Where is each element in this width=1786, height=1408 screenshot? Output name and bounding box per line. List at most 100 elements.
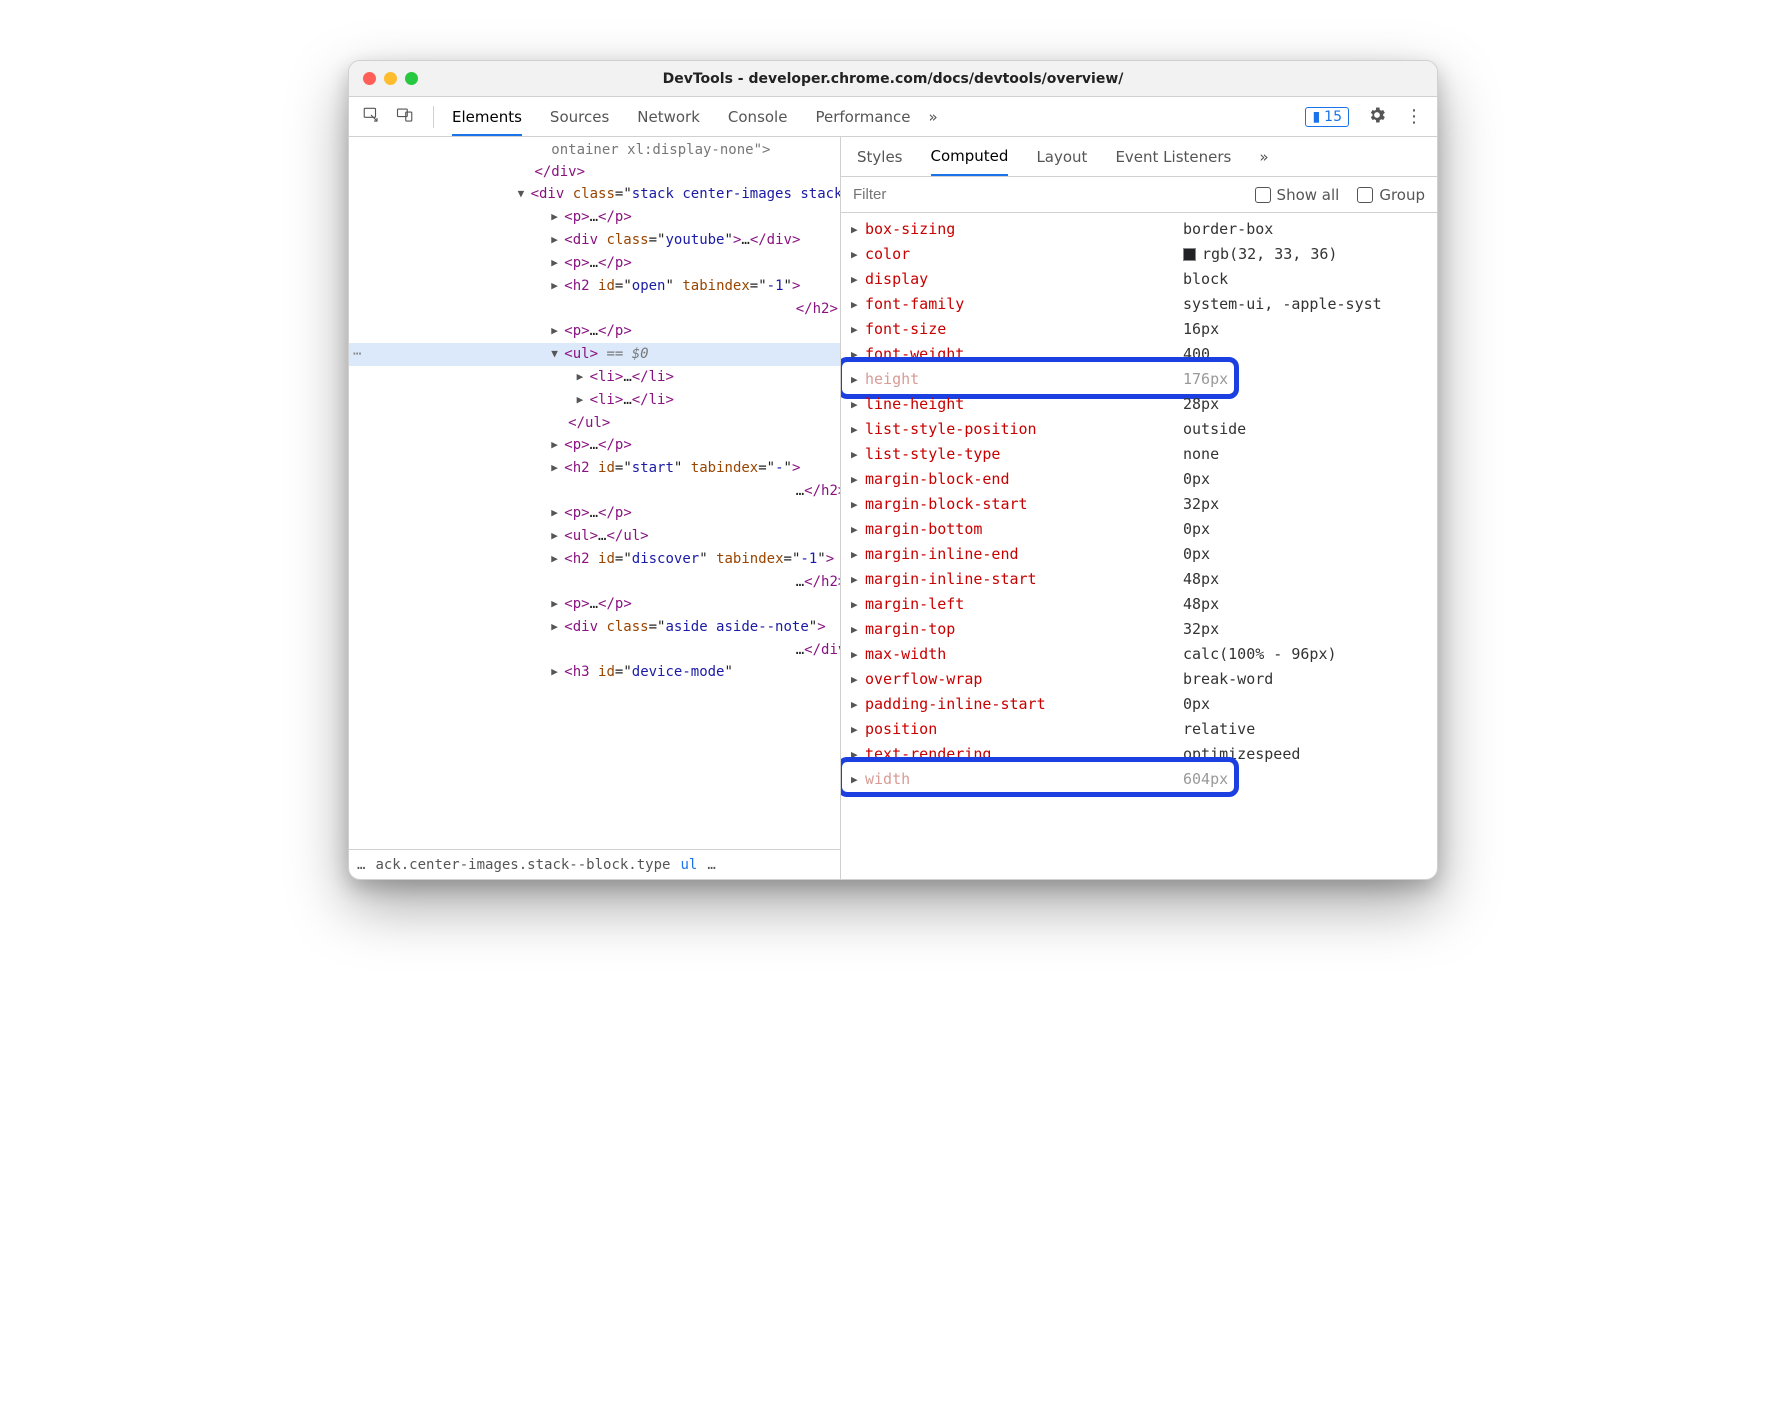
dom-line[interactable]: ▶<p>…</p> [349,593,840,616]
dom-line[interactable]: ▶<h2 id="start" tabindex="-"> [349,457,840,480]
tab-network[interactable]: Network [637,108,700,126]
zoom-icon[interactable] [405,72,418,85]
breadcrumb-pre: … [357,857,365,873]
dom-line[interactable]: …</h2> [349,480,840,502]
disclosure-icon[interactable]: ▶ [851,567,865,592]
property-row[interactable]: ▶height176px [851,367,1427,392]
subtab-layout[interactable]: Layout [1036,148,1087,166]
property-row[interactable]: ▶max-widthcalc(100% - 96px) [851,642,1427,667]
property-row[interactable]: ▶displayblock [851,267,1427,292]
disclosure-icon[interactable]: ▶ [851,617,865,642]
breadcrumb-path[interactable]: ack.center-images.stack--block.type [375,857,670,873]
property-row[interactable]: ▶font-size16px [851,317,1427,342]
dom-line[interactable]: </div> [349,161,840,183]
tab-sources[interactable]: Sources [550,108,609,126]
property-name: padding-inline-start [865,692,1046,717]
disclosure-icon[interactable]: ▶ [851,342,865,367]
disclosure-icon[interactable]: ▶ [851,667,865,692]
property-row[interactable]: ▶line-height28px [851,392,1427,417]
dom-line[interactable]: ▶<p>…</p> [349,502,840,525]
property-row[interactable]: ▶overflow-wrapbreak-word [851,667,1427,692]
property-row[interactable]: ▶padding-inline-start0px [851,692,1427,717]
dom-line[interactable]: …</div> [349,639,840,661]
disclosure-icon[interactable]: ▶ [851,292,865,317]
dom-line[interactable]: ▶<p>…</p> [349,320,840,343]
disclosure-icon[interactable]: ▶ [851,392,865,417]
dom-line[interactable]: ▶<li>…</li> [349,366,840,389]
disclosure-icon[interactable]: ▶ [851,692,865,717]
property-row[interactable]: ▶margin-block-end0px [851,467,1427,492]
disclosure-icon[interactable]: ▶ [851,767,865,792]
property-row[interactable]: ▶margin-left48px [851,592,1427,617]
minimize-icon[interactable] [384,72,397,85]
filter-input[interactable] [853,186,1237,203]
property-row[interactable]: ▶text-renderingoptimizespeed [851,742,1427,767]
property-row[interactable]: ▶margin-inline-start48px [851,567,1427,592]
group-checkbox[interactable]: Group [1357,186,1425,204]
dom-line[interactable]: ▶<li>…</li> [349,389,840,412]
property-row[interactable]: ▶list-style-positionoutside [851,417,1427,442]
dom-line[interactable]: ▶<p>…</p> [349,252,840,275]
overflow-icon[interactable]: » [929,108,938,126]
show-all-checkbox[interactable]: Show all [1255,186,1340,204]
tab-performance[interactable]: Performance [815,108,910,126]
disclosure-icon[interactable]: ▶ [851,592,865,617]
disclosure-icon[interactable]: ▶ [851,417,865,442]
subtab-styles[interactable]: Styles [857,148,903,166]
dom-line[interactable]: ▶<div class="aside aside--note"> [349,616,840,639]
dom-line[interactable]: ▶<h2 id="discover" tabindex="-1"> [349,548,840,571]
more-icon[interactable]: ⋮ [1405,106,1425,127]
property-row[interactable]: ▶font-familysystem-ui, -apple-syst [851,292,1427,317]
dom-line[interactable]: ▶<ul>…</ul> [349,525,840,548]
gear-icon[interactable] [1367,105,1387,129]
property-row[interactable]: ▶font-weight400 [851,342,1427,367]
breadcrumb[interactable]: … ack.center-images.stack--block.type ul… [349,849,840,879]
tab-console[interactable]: Console [728,108,788,126]
property-row[interactable]: ▶positionrelative [851,717,1427,742]
dom-line[interactable]: </ul> [349,412,840,434]
subtab-computed[interactable]: Computed [931,147,1009,176]
disclosure-icon[interactable]: ▶ [851,217,865,242]
subtab-event-listeners[interactable]: Event Listeners [1115,148,1231,166]
disclosure-icon[interactable]: ▶ [851,367,865,392]
inspect-icon[interactable] [361,106,381,128]
device-toggle-icon[interactable] [395,106,415,128]
dom-line[interactable]: ▶<h2 id="open" tabindex="-1"> [349,275,840,298]
property-row[interactable]: ▶margin-block-start32px [851,492,1427,517]
close-icon[interactable] [363,72,376,85]
disclosure-icon[interactable]: ▶ [851,517,865,542]
disclosure-icon[interactable]: ▶ [851,242,865,267]
breadcrumb-current[interactable]: ul [680,857,697,873]
issues-badge[interactable]: ▮ 15 [1305,107,1349,127]
dom-line[interactable]: ▶<div class="youtube">…</div> [349,229,840,252]
disclosure-icon[interactable]: ▶ [851,317,865,342]
dom-line[interactable]: ▼<div class="stack center-images stack--… [349,183,840,206]
disclosure-icon[interactable]: ▶ [851,542,865,567]
property-row[interactable]: ▶colorrgb(32, 33, 36) [851,242,1427,267]
dom-line[interactable]: …</h2> [349,571,840,593]
dom-line[interactable]: ▶<p>…</p> [349,206,840,229]
property-row[interactable]: ▶box-sizingborder-box [851,217,1427,242]
property-row[interactable]: ▶margin-inline-end0px [851,542,1427,567]
property-row[interactable]: ▶margin-top32px [851,617,1427,642]
dom-line[interactable]: </h2> [349,298,840,320]
computed-properties[interactable]: ▶box-sizingborder-box▶colorrgb(32, 33, 3… [841,213,1437,879]
disclosure-icon[interactable]: ▶ [851,467,865,492]
property-row[interactable]: ▶width604px [851,767,1427,792]
property-row[interactable]: ▶margin-bottom0px [851,517,1427,542]
disclosure-icon[interactable]: ▶ [851,267,865,292]
property-row[interactable]: ▶list-style-typenone [851,442,1427,467]
dom-line[interactable]: ▶<p>…</p> [349,434,840,457]
dom-line[interactable]: ontainer xl:display-none"> [349,139,840,161]
disclosure-icon[interactable]: ▶ [851,717,865,742]
dom-tree[interactable]: ontainer xl:display-none"> </div> ▼<div … [349,137,840,849]
disclosure-icon[interactable]: ▶ [851,642,865,667]
devtools-window: DevTools - developer.chrome.com/docs/dev… [348,60,1438,880]
overflow-icon[interactable]: » [1259,148,1268,166]
disclosure-icon[interactable]: ▶ [851,492,865,517]
dom-line[interactable]: ▶<h3 id="device-mode" [349,661,840,684]
disclosure-icon[interactable]: ▶ [851,442,865,467]
tab-elements[interactable]: Elements [452,108,522,136]
disclosure-icon[interactable]: ▶ [851,742,865,767]
dom-line[interactable]: ⋯ ▼<ul> == $0 [349,343,840,366]
